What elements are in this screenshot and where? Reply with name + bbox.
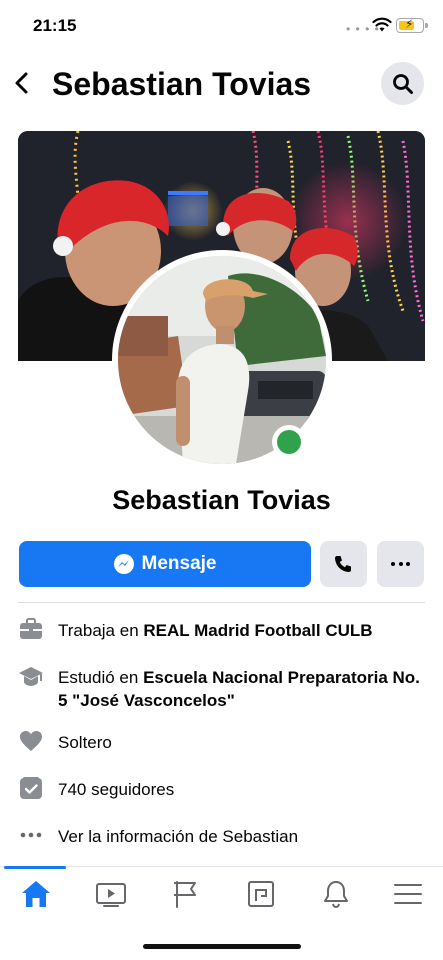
status-bar: 21:15 • • • • ⚡ [0,0,443,50]
education-prefix: Estudió en [58,668,139,687]
graduation-cap-icon [19,667,43,686]
online-status-indicator [272,425,306,459]
page-title: Sebastian Tovias [52,66,312,102]
bottom-navigation [0,866,443,928]
work-prefix: Trabaja en [58,621,139,640]
battery-icon: ⚡ [396,17,428,33]
nav-menu[interactable] [372,867,442,927]
chevron-left-icon [15,72,28,94]
nav-marketplace[interactable] [225,867,295,927]
marketplace-icon [248,881,274,907]
briefcase-icon [20,618,42,639]
status-time: 21:15 [33,16,77,35]
search-button[interactable] [381,62,424,105]
nav-pages[interactable] [150,867,220,927]
message-button-label: Mensaje [141,553,217,574]
call-button[interactable] [320,541,367,587]
relationship-status: Soltero [58,733,112,752]
see-about-info-link[interactable]: Ver la información de Sebastian [58,825,423,848]
message-button[interactable]: Mensaje [19,541,311,587]
ellipsis-icon [20,832,42,838]
phone-icon [335,556,351,572]
followers-count[interactable]: 740 seguidores [58,778,423,801]
home-indicator [143,944,301,949]
heart-icon [20,731,42,751]
home-icon [22,881,50,907]
nav-watch[interactable] [75,867,145,927]
pages-icon [174,881,196,908]
wifi-icon [372,17,392,32]
followers-icon [20,777,42,799]
back-button[interactable] [10,67,34,99]
video-icon [96,883,126,907]
work-value[interactable]: REAL Madrid Football CULB [143,621,372,640]
notifications-icon [324,881,348,909]
search-icon [393,74,413,94]
nav-home[interactable] [0,866,70,927]
messenger-icon [113,554,134,574]
profile-header: Sebastian Tovias [0,55,443,111]
more-options-button[interactable] [377,541,424,587]
divider [18,602,425,603]
profile-name: Sebastian Tovias [112,485,331,515]
menu-icon [394,884,422,904]
nav-notifications[interactable] [300,867,370,927]
